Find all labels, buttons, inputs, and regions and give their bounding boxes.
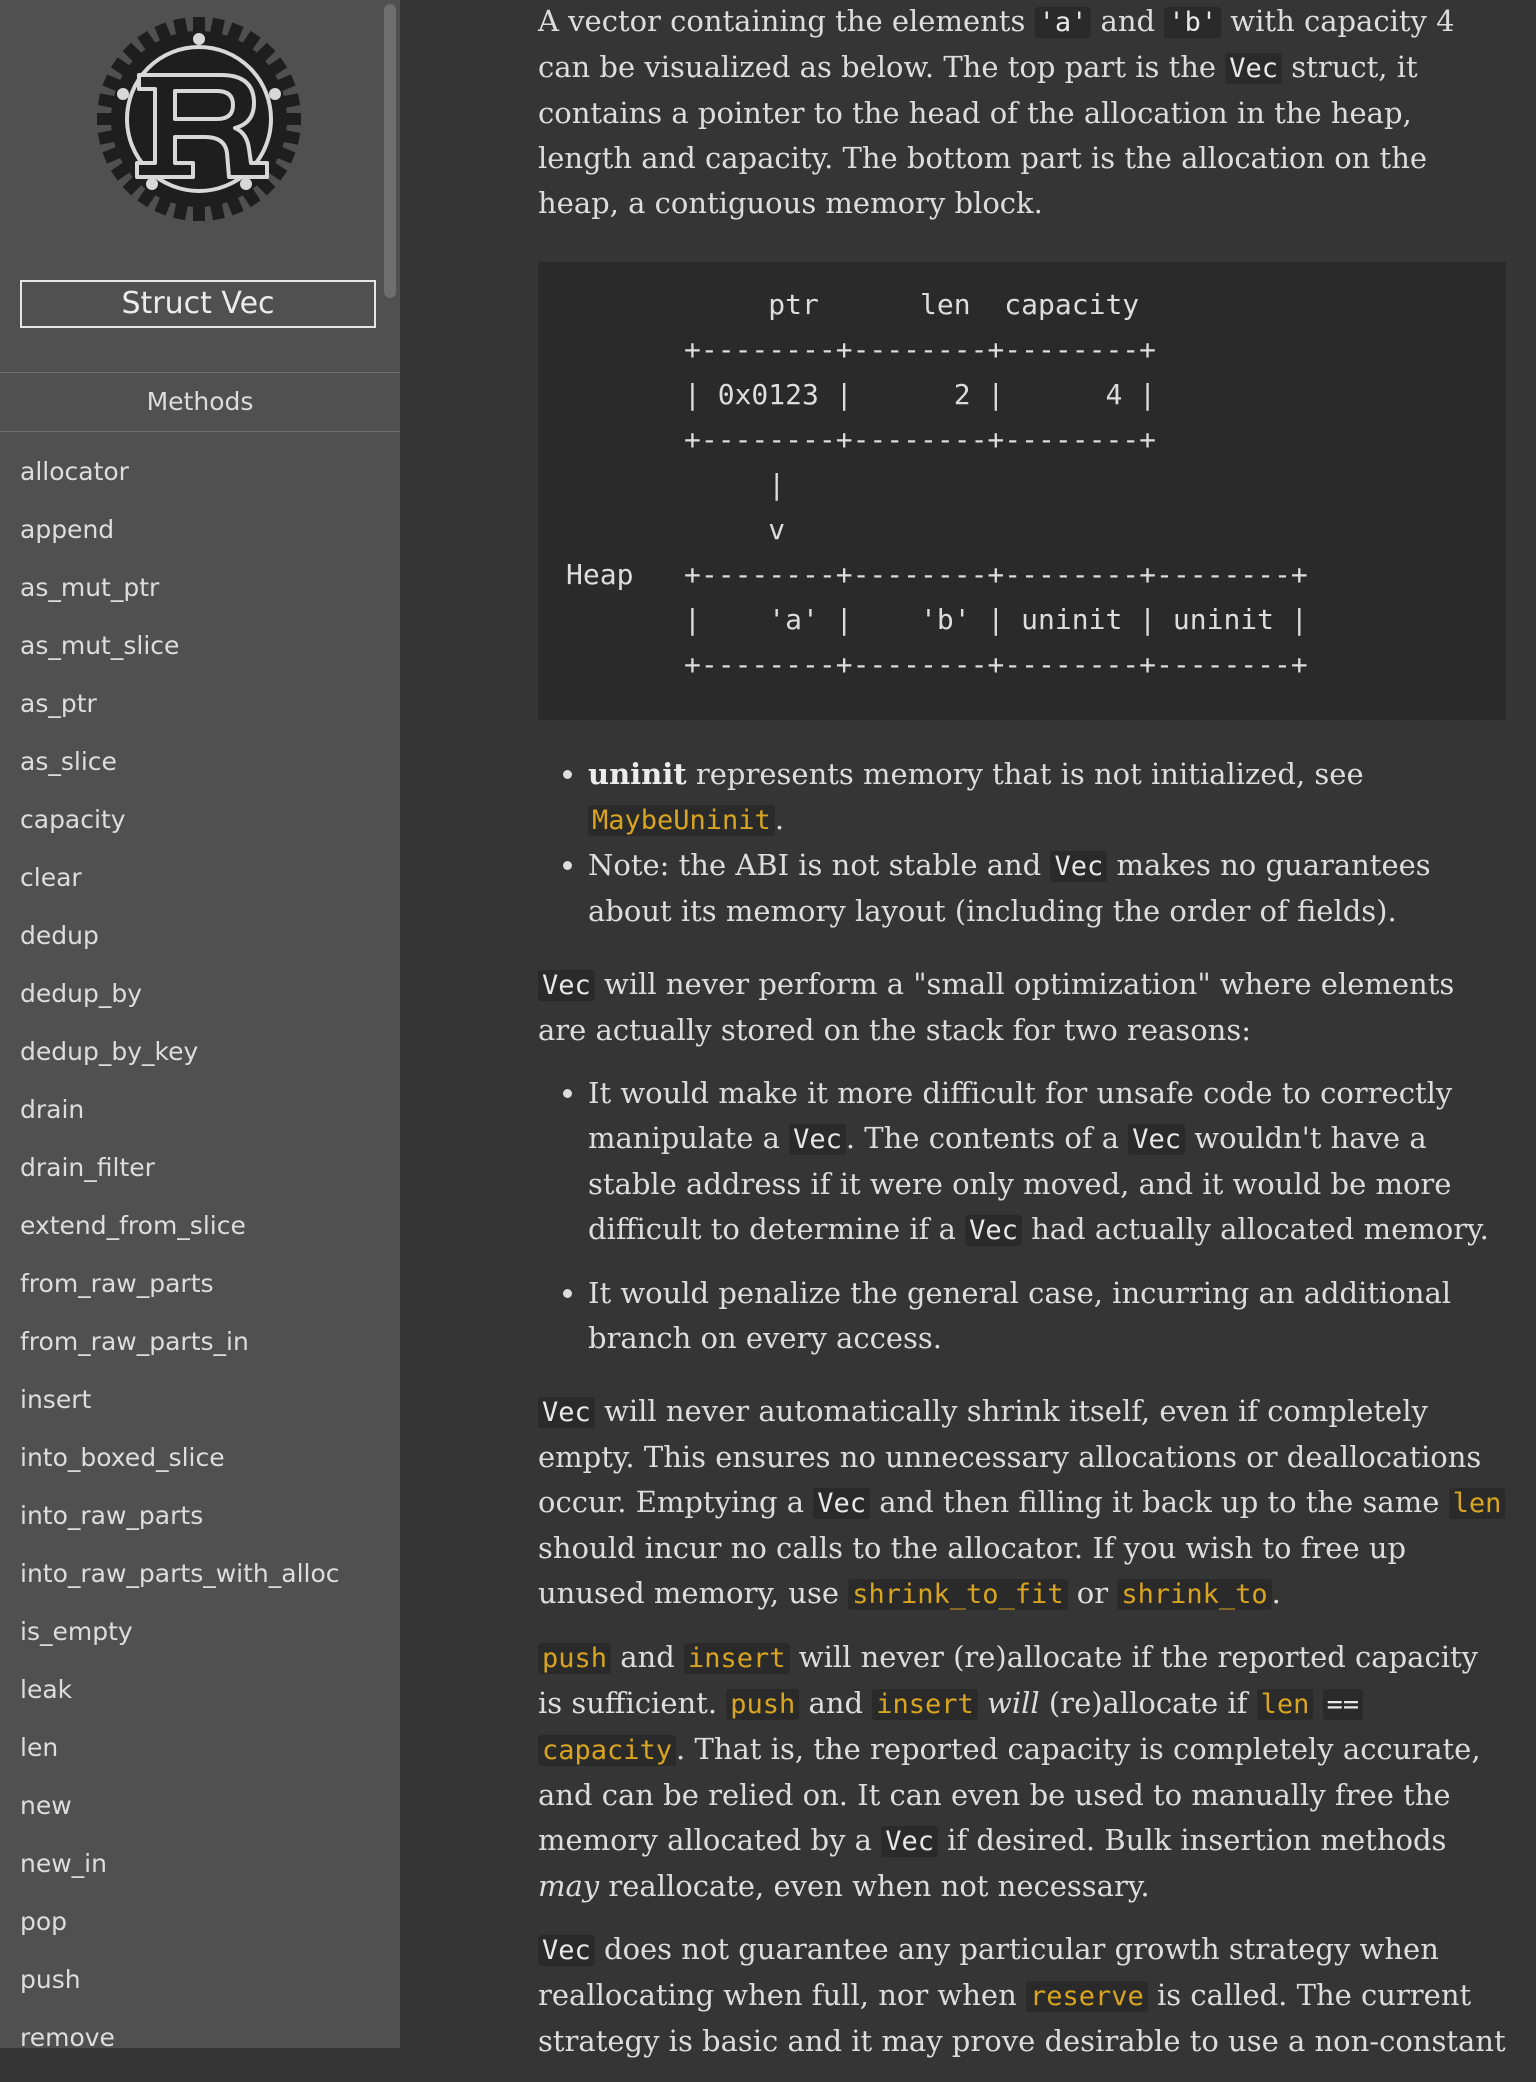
capacity-link[interactable]: capacity <box>538 1735 677 1766</box>
memory-layout-diagram: ptr len capacity +--------+--------+----… <box>538 262 1506 720</box>
text: or <box>1067 1576 1118 1610</box>
insert-link[interactable]: insert <box>872 1689 978 1720</box>
inline-code: 'b' <box>1164 7 1222 38</box>
method-link-as-slice[interactable]: as_slice <box>20 733 340 791</box>
push-link[interactable]: push <box>538 1643 612 1674</box>
struct-title[interactable]: Struct Vec <box>20 280 376 328</box>
method-link-into-raw-parts[interactable]: into_raw_parts <box>20 1487 340 1545</box>
method-link-into-boxed-slice[interactable]: into_boxed_slice <box>20 1429 340 1487</box>
notes-list: uninit represents memory that is not ini… <box>538 752 1508 934</box>
method-link-new[interactable]: new <box>20 1777 340 1835</box>
inline-code: == <box>1322 1689 1364 1720</box>
text: A vector containing the elements <box>538 4 1035 38</box>
inline-code: Vec <box>538 1397 595 1428</box>
inline-code: Vec <box>965 1215 1022 1246</box>
rust-logo-icon[interactable] <box>94 14 304 224</box>
method-link-into-raw-parts-with-alloc[interactable]: into_raw_parts_with_alloc <box>20 1545 340 1603</box>
text: . The contents of a <box>845 1121 1129 1155</box>
inline-code: Vec <box>1050 851 1108 882</box>
text: will never perform a "small optimization… <box>538 967 1455 1047</box>
method-link-clear[interactable]: clear <box>20 849 340 907</box>
method-link-pop[interactable]: pop <box>20 1893 340 1951</box>
paragraph-shrink: Vec will never automatically shrink itse… <box>538 1389 1508 1617</box>
bold-term: uninit <box>588 757 687 791</box>
method-link-dedup-by[interactable]: dedup_by <box>20 965 340 1023</box>
inline-code: Vec <box>881 1826 938 1857</box>
push-link[interactable]: push <box>726 1689 800 1720</box>
inline-code: Vec <box>813 1488 871 1519</box>
text: Note: the ABI is not stable and <box>588 848 1051 882</box>
method-link-capacity[interactable]: capacity <box>20 791 340 849</box>
len-link[interactable]: len <box>1256 1689 1314 1720</box>
text: had actually allocated memory. <box>1021 1212 1489 1246</box>
text: and <box>799 1686 873 1720</box>
method-list: allocator append as_mut_ptr as_mut_slice as_… <box>20 443 340 2048</box>
text <box>1313 1686 1322 1720</box>
maybeuninit-link[interactable]: MaybeUninit <box>588 805 775 836</box>
text <box>978 1686 987 1720</box>
reserve-link[interactable]: reserve <box>1025 1981 1148 2012</box>
method-link-remove[interactable]: remove <box>20 2009 340 2048</box>
text: (re)allocate if <box>1039 1686 1257 1720</box>
text: and then filling it back up to the same <box>870 1485 1449 1519</box>
emphasis: will <box>987 1686 1040 1720</box>
inline-code: Vec <box>1128 1124 1186 1155</box>
paragraph-push-insert: push and insert will never (re)allocate … <box>538 1635 1508 1909</box>
method-link-is-empty[interactable]: is_empty <box>20 1603 340 1661</box>
method-link-dedup[interactable]: dedup <box>20 907 340 965</box>
method-link-from-raw-parts[interactable]: from_raw_parts <box>20 1255 340 1313</box>
paragraph-growth: Vec does not guarantee any particular gr… <box>538 1927 1508 2064</box>
shrink-to-link[interactable]: shrink_to <box>1117 1579 1272 1610</box>
method-link-from-raw-parts-in[interactable]: from_raw_parts_in <box>20 1313 340 1371</box>
method-link-allocator[interactable]: allocator <box>20 443 340 501</box>
text: . <box>774 802 785 836</box>
inline-code: Vec <box>1225 53 1283 84</box>
text: represents memory that is not initialize… <box>686 757 1364 791</box>
inline-code: 'a' <box>1034 7 1092 38</box>
paragraph-small-optimization: Vec will never perform a "small optimiza… <box>538 962 1508 1053</box>
text: reallocate, even when not necessary. <box>599 1869 1150 1903</box>
paragraph-vec-layout: A vector containing the elements 'a' and… <box>538 0 1508 226</box>
list-item: uninit represents memory that is not ini… <box>588 752 1508 843</box>
method-link-as-mut-ptr[interactable]: as_mut_ptr <box>20 559 340 617</box>
method-link-leak[interactable]: leak <box>20 1661 340 1719</box>
main-content: A vector containing the elements 'a' and… <box>538 0 1508 2082</box>
method-link-push[interactable]: push <box>20 1951 340 2009</box>
shrink-to-fit-link[interactable]: shrink_to_fit <box>848 1579 1068 1610</box>
insert-link[interactable]: insert <box>684 1643 790 1674</box>
text: and <box>611 1640 684 1674</box>
text: if desired. Bulk insertion methods <box>937 1823 1447 1857</box>
list-item: Note: the ABI is not stable and Vec make… <box>588 843 1508 934</box>
method-link-as-ptr[interactable]: as_ptr <box>20 675 340 733</box>
inline-code: Vec <box>789 1124 846 1155</box>
inline-code: Vec <box>538 1935 595 1966</box>
method-link-dedup-by-key[interactable]: dedup_by_key <box>20 1023 340 1081</box>
text: . <box>1271 1576 1281 1610</box>
method-link-as-mut-slice[interactable]: as_mut_slice <box>20 617 340 675</box>
sidebar: Struct Vec Methods allocator append as_mut… <box>0 0 400 2048</box>
method-link-extend-from-slice[interactable]: extend_from_slice <box>20 1197 340 1255</box>
list-item: It would penalize the general case, incu… <box>588 1271 1508 1361</box>
method-link-drain-filter[interactable]: drain_filter <box>20 1139 340 1197</box>
method-link-new-in[interactable]: new_in <box>20 1835 340 1893</box>
len-link[interactable]: len <box>1448 1488 1506 1519</box>
text: and <box>1091 4 1165 38</box>
method-link-insert[interactable]: insert <box>20 1371 340 1429</box>
inline-code: Vec <box>538 970 595 1001</box>
list-item: It would make it more difficult for unsa… <box>588 1071 1508 1253</box>
reasons-list: It would make it more difficult for unsa… <box>538 1071 1508 1361</box>
method-link-append[interactable]: append <box>20 501 340 559</box>
methods-header[interactable]: Methods <box>0 372 400 432</box>
method-link-drain[interactable]: drain <box>20 1081 340 1139</box>
emphasis: may <box>538 1869 600 1903</box>
sidebar-scrollbar[interactable] <box>384 4 396 298</box>
diagram-text: ptr len capacity +--------+--------+----… <box>566 288 1308 681</box>
method-link-len[interactable]: len <box>20 1719 340 1777</box>
